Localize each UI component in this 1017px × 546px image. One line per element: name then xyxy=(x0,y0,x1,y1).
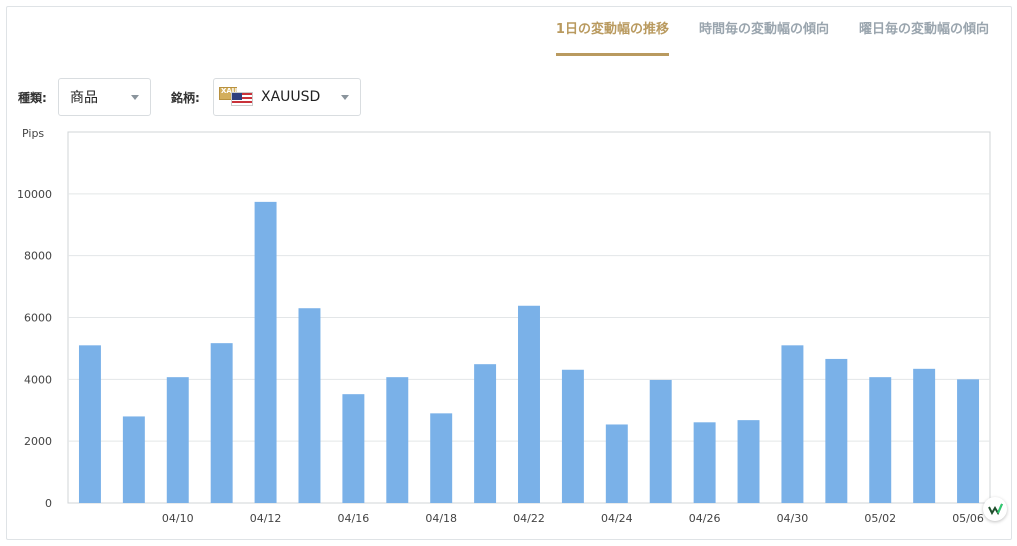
bar xyxy=(78,345,101,503)
y-tick-label: 8000 xyxy=(24,250,52,263)
bar xyxy=(825,358,848,503)
y-tick-label: 4000 xyxy=(24,373,52,386)
bar xyxy=(957,379,980,503)
y-tick-label: 0 xyxy=(45,497,52,510)
bar xyxy=(561,369,584,503)
x-tick-label: 04/18 xyxy=(425,512,457,525)
x-tick-label: 04/16 xyxy=(338,512,370,525)
y-tick-label: 2000 xyxy=(24,435,52,448)
bar xyxy=(869,377,892,503)
x-tick-label: 04/12 xyxy=(250,512,282,525)
bar xyxy=(518,305,540,503)
x-tick-label: 04/26 xyxy=(689,512,721,525)
bar-chart: 0 2000 4000 6000 8000 10000 Pips 04/10 04/12 04/1… xyxy=(17,127,991,525)
y-axis-label: Pips xyxy=(22,127,44,140)
x-tick-label: 05/06 xyxy=(952,512,984,525)
bar xyxy=(693,422,716,503)
bar xyxy=(605,424,628,503)
bar xyxy=(122,416,145,503)
bar xyxy=(649,379,672,503)
bar xyxy=(781,345,804,503)
y-tick-label: 6000 xyxy=(24,312,52,325)
bar xyxy=(430,413,453,503)
bar xyxy=(254,201,277,503)
bar xyxy=(386,377,409,503)
bar xyxy=(474,364,497,503)
bar xyxy=(298,308,321,503)
y-tick-label: 10000 xyxy=(17,188,52,201)
bar xyxy=(342,394,365,503)
x-tick-label: 04/24 xyxy=(601,512,633,525)
bar xyxy=(913,368,936,503)
bar xyxy=(210,343,233,503)
x-tick-label: 05/02 xyxy=(864,512,896,525)
x-tick-label: 04/30 xyxy=(777,512,809,525)
brand-logo-icon xyxy=(983,497,1007,521)
x-tick-label: 04/22 xyxy=(513,512,545,525)
bar xyxy=(166,377,189,503)
x-tick-label: 04/10 xyxy=(162,512,194,525)
bar xyxy=(737,420,760,503)
